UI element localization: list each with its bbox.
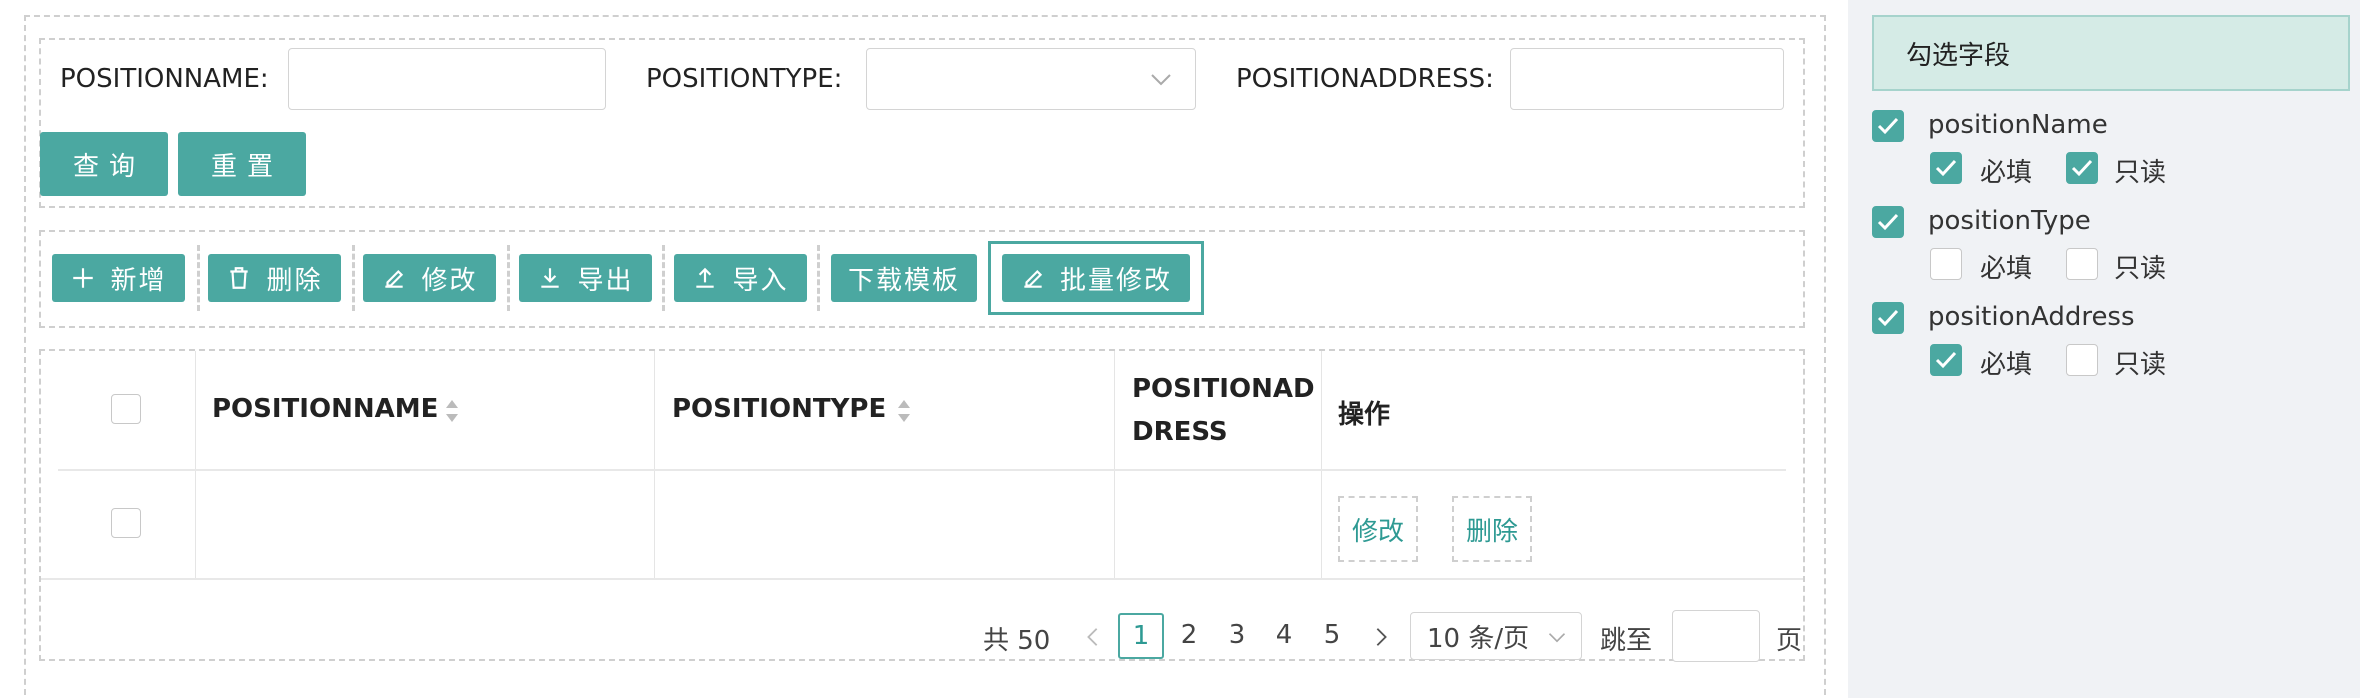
- page-suffix: 页: [1776, 626, 1803, 656]
- edit-label: 修改: [421, 265, 478, 296]
- check-icon: [2071, 159, 2093, 177]
- field-position-name-required-checkbox[interactable]: [1930, 152, 1962, 184]
- page-3[interactable]: 3: [1217, 620, 1257, 650]
- column-divider: [654, 351, 655, 579]
- check-icon: [1877, 117, 1899, 135]
- column-divider: [1114, 351, 1115, 579]
- check-icon: [1935, 351, 1957, 369]
- batch-edit-button[interactable]: 批量修改: [1002, 254, 1190, 302]
- required-label: 必填: [1980, 254, 2033, 284]
- column-header-position-address-line1: POSITIONAD: [1132, 374, 1315, 404]
- column-header-position-type[interactable]: POSITIONTYPE: [672, 394, 886, 424]
- row-checkbox[interactable]: [111, 508, 141, 538]
- export-label: 导出: [577, 265, 634, 296]
- field-position-type-label: positionType: [1928, 206, 2091, 236]
- required-label: 必填: [1980, 158, 2033, 188]
- sort-icon[interactable]: [444, 398, 460, 424]
- required-label: 必填: [1980, 350, 2033, 380]
- jump-page-input[interactable]: [1672, 610, 1760, 662]
- batch-edit-label: 批量修改: [1059, 265, 1172, 296]
- readonly-label: 只读: [2114, 350, 2167, 380]
- chevron-down-icon: [1548, 633, 1566, 643]
- position-address-input[interactable]: [1510, 48, 1784, 110]
- chevron-right-icon[interactable]: [1370, 626, 1392, 648]
- field-position-address-required-checkbox[interactable]: [1930, 344, 1962, 376]
- check-icon: [1935, 159, 1957, 177]
- sort-icon[interactable]: [896, 398, 912, 424]
- page-2[interactable]: 2: [1169, 620, 1209, 650]
- field-position-address-readonly-checkbox[interactable]: [2066, 344, 2098, 376]
- total-count: 共 50: [983, 626, 1051, 656]
- column-header-position-address-line2: DRESS: [1132, 417, 1228, 447]
- pencil-icon: [1024, 269, 1043, 288]
- query-button[interactable]: 查询: [40, 132, 168, 196]
- delete-label: 删除: [266, 265, 323, 296]
- page-size-select[interactable]: 10 条/页: [1410, 612, 1582, 660]
- edit-button[interactable]: 修改: [363, 254, 496, 302]
- field-position-type-readonly-checkbox[interactable]: [2066, 248, 2098, 280]
- column-header-position-name[interactable]: POSITIONNAME: [212, 394, 438, 424]
- toolbar-divider: [352, 245, 355, 311]
- chevron-left-icon[interactable]: [1082, 626, 1104, 648]
- check-icon: [1877, 309, 1899, 327]
- row-edit-link[interactable]: 修改: [1338, 496, 1418, 562]
- chevron-down-icon: [1151, 74, 1171, 86]
- reset-button[interactable]: 重置: [178, 132, 306, 196]
- field-panel-title: 勾选字段: [1872, 15, 2350, 91]
- page-1[interactable]: 1: [1118, 613, 1164, 659]
- page-4[interactable]: 4: [1264, 620, 1304, 650]
- column-header-actions: 操作: [1338, 400, 1391, 430]
- add-button[interactable]: 新增: [52, 254, 185, 302]
- toolbar-divider: [507, 245, 510, 311]
- field-position-name-checkbox[interactable]: [1872, 110, 1904, 142]
- check-icon: [1877, 213, 1899, 231]
- field-position-name-readonly-checkbox[interactable]: [2066, 152, 2098, 184]
- pencil-icon: [385, 269, 404, 288]
- page-size-value: 10 条/页: [1427, 623, 1530, 654]
- field-position-type-checkbox[interactable]: [1872, 206, 1904, 238]
- download-icon: [541, 268, 560, 288]
- position-address-label: POSITIONADDRESS:: [1236, 64, 1494, 94]
- position-type-select[interactable]: [866, 48, 1196, 110]
- import-button[interactable]: 导入: [674, 254, 807, 302]
- field-position-type-required-checkbox[interactable]: [1930, 248, 1962, 280]
- toolbar-divider: [197, 245, 200, 311]
- toolbar-divider: [662, 245, 665, 311]
- plus-icon: [73, 268, 94, 288]
- header-divider: [58, 469, 1786, 471]
- position-name-input[interactable]: [288, 48, 606, 110]
- export-button[interactable]: 导出: [519, 254, 652, 302]
- trash-icon: [230, 267, 249, 289]
- select-all-checkbox[interactable]: [111, 394, 141, 424]
- upload-icon: [696, 267, 715, 288]
- row-divider: [41, 578, 1803, 580]
- row-delete-link[interactable]: 删除: [1452, 496, 1532, 562]
- column-divider: [195, 351, 196, 579]
- page-5[interactable]: 5: [1312, 620, 1352, 650]
- jump-label: 跳至: [1600, 626, 1653, 656]
- position-type-label: POSITIONTYPE:: [646, 64, 843, 94]
- download-template-button[interactable]: 下载模板: [831, 254, 977, 302]
- position-name-label: POSITIONNAME:: [60, 64, 269, 94]
- column-divider: [1321, 351, 1322, 579]
- delete-button[interactable]: 删除: [208, 254, 341, 302]
- readonly-label: 只读: [2114, 254, 2167, 284]
- field-position-address-label: positionAddress: [1928, 302, 2135, 332]
- toolbar-divider: [817, 245, 820, 311]
- add-label: 新增: [110, 265, 167, 296]
- readonly-label: 只读: [2114, 158, 2167, 188]
- field-position-name-label: positionName: [1928, 110, 2108, 140]
- field-position-address-checkbox[interactable]: [1872, 302, 1904, 334]
- import-label: 导入: [732, 265, 789, 296]
- field-config-panel: [1848, 0, 2360, 698]
